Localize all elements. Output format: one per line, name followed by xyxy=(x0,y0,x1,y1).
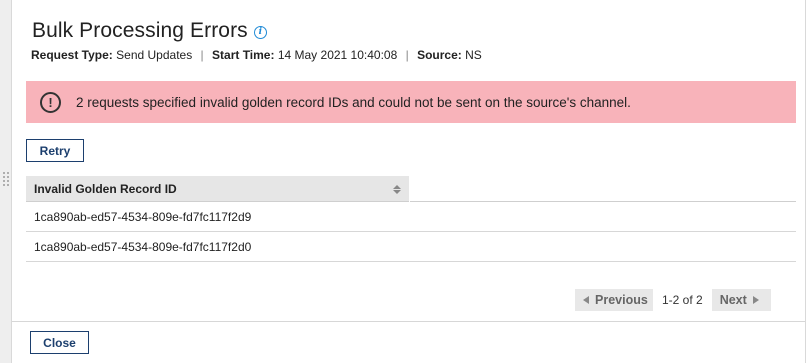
meta-separator: | xyxy=(200,48,204,62)
column-header-invalid-golden-record-id[interactable]: Invalid Golden Record ID xyxy=(26,176,410,202)
next-label: Next xyxy=(719,293,747,307)
previous-button[interactable]: Previous xyxy=(575,289,653,311)
table-row[interactable]: 1ca890ab-ed57-4534-809e-fd7fc117f2d9 xyxy=(26,202,796,232)
info-icon[interactable]: i xyxy=(253,26,267,39)
table-header: Invalid Golden Record ID xyxy=(26,176,796,202)
pagination: Previous 1-2 of 2 Next xyxy=(575,289,771,311)
request-meta: Request Type: Send Updates | Start Time:… xyxy=(31,48,482,62)
request-type-value: Send Updates xyxy=(116,48,193,62)
start-time-label: Start Time: xyxy=(212,48,275,62)
source-value: NS xyxy=(465,48,482,62)
close-button[interactable]: Close xyxy=(30,331,89,354)
page-title: Bulk Processing Errors xyxy=(32,19,248,42)
chevron-right-icon xyxy=(752,296,759,304)
chevron-left-icon xyxy=(583,296,589,304)
next-button[interactable]: Next xyxy=(711,289,771,311)
table-cell: 1ca890ab-ed57-4534-809e-fd7fc117f2d0 xyxy=(34,239,252,254)
invalid-ids-table: Invalid Golden Record ID 1ca890ab-ed57-4… xyxy=(26,176,796,262)
drag-handle-icon[interactable] xyxy=(3,172,9,192)
start-time-value: 14 May 2021 10:40:08 xyxy=(277,48,398,62)
left-rail xyxy=(0,0,12,363)
sort-icon[interactable] xyxy=(392,183,401,195)
request-type-label: Request Type: xyxy=(31,48,113,62)
meta-separator: | xyxy=(405,48,409,62)
footer-divider xyxy=(12,321,805,322)
exclamation-circle-icon: ! xyxy=(40,91,61,113)
previous-label: Previous xyxy=(595,293,648,307)
alert-message: 2 requests specified invalid golden reco… xyxy=(76,94,631,110)
dialog-header: Bulk Processing Errors i xyxy=(32,19,267,43)
retry-button[interactable]: Retry xyxy=(26,139,84,162)
page-count: 1-2 of 2 xyxy=(662,293,703,307)
table-cell: 1ca890ab-ed57-4534-809e-fd7fc117f2d9 xyxy=(34,209,252,224)
header-filler xyxy=(410,176,796,201)
column-header-label: Invalid Golden Record ID xyxy=(34,182,177,196)
source-label: Source: xyxy=(417,48,462,62)
table-row[interactable]: 1ca890ab-ed57-4534-809e-fd7fc117f2d0 xyxy=(26,232,796,262)
error-alert: ! 2 requests specified invalid golden re… xyxy=(26,81,796,123)
